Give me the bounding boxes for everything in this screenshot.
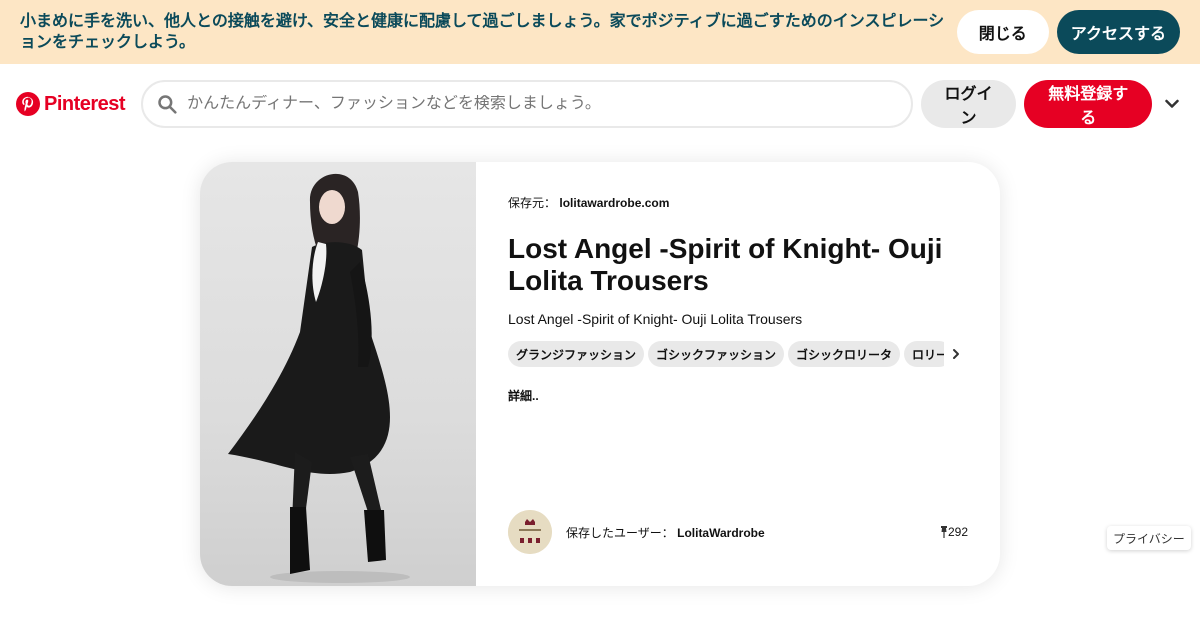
avatar[interactable]	[508, 510, 552, 554]
tags-scroll-right-button[interactable]	[944, 341, 968, 367]
banner-message: 小まめに手を洗い、他人との接触を避け、安全と健康に配慮して過ごしましょう。家でポ…	[20, 13, 945, 51]
pin-photo-illustration	[228, 173, 410, 583]
source-domain[interactable]: lolitawardrobe.com	[559, 196, 669, 210]
pinterest-logo[interactable]: Pinterest	[16, 92, 126, 116]
pin-description: Lost Angel -Spirit of Knight- Ouji Lolit…	[508, 311, 803, 327]
logo-wordmark: Pinterest	[44, 92, 126, 115]
signup-button[interactable]: 無料登録する	[1024, 80, 1153, 128]
login-button[interactable]: ログイン	[920, 80, 1017, 128]
chevron-down-icon	[1165, 99, 1179, 108]
pin-title: Lost Angel -Spirit of Knight- Ouji Lolit…	[508, 233, 943, 296]
pin-source[interactable]: 保存元： lolitawardrobe.com	[508, 194, 968, 211]
pin-count-value: 292	[947, 525, 968, 539]
pin-details: 保存元： lolitawardrobe.com Lost Angel -Spir…	[476, 162, 1000, 586]
privacy-link[interactable]: プライバシー	[1107, 526, 1191, 550]
source-prefix: 保存元：	[508, 196, 557, 210]
search-icon	[158, 95, 177, 114]
top-header: Pinterest ログイン 無料登録する	[0, 64, 1200, 144]
pin-icon	[940, 526, 947, 538]
pin-owner: 保存したユーザー： LolitaWardrobe 292	[508, 510, 968, 554]
avatar-logo-icon	[508, 510, 552, 554]
tag-chip[interactable]: ゴシックロリータ	[788, 341, 901, 367]
search-input[interactable]	[187, 95, 897, 113]
more-menu-button[interactable]	[1160, 92, 1184, 116]
saved-by: 保存したユーザー： LolitaWardrobe	[566, 524, 940, 541]
tag-chip[interactable]: グランジファッション	[508, 341, 645, 367]
pinterest-logo-icon	[16, 92, 40, 116]
saved-by-prefix: 保存したユーザー：	[566, 525, 674, 540]
chevron-right-icon	[953, 349, 959, 359]
search-bar[interactable]	[141, 80, 913, 128]
pin-closeup-card: 保存元： lolitawardrobe.com Lost Angel -Spir…	[200, 162, 1000, 586]
tag-chip[interactable]: ゴシックファッション	[648, 341, 785, 367]
pin-image[interactable]	[200, 162, 476, 586]
saved-by-user[interactable]: LolitaWardrobe	[677, 526, 765, 540]
access-button[interactable]: アクセスする	[1056, 10, 1180, 54]
more-details-link[interactable]: 詳細..	[508, 387, 968, 404]
pin-count: 292	[940, 525, 968, 539]
announcement-banner: 小まめに手を洗い、他人との接触を避け、安全と健康に配慮して過ごしましょう。家でポ…	[0, 0, 1200, 64]
close-banner-button[interactable]: 閉じる	[956, 10, 1049, 54]
tag-list: グランジファッション ゴシックファッション ゴシックロリータ ロリータ	[508, 341, 968, 367]
